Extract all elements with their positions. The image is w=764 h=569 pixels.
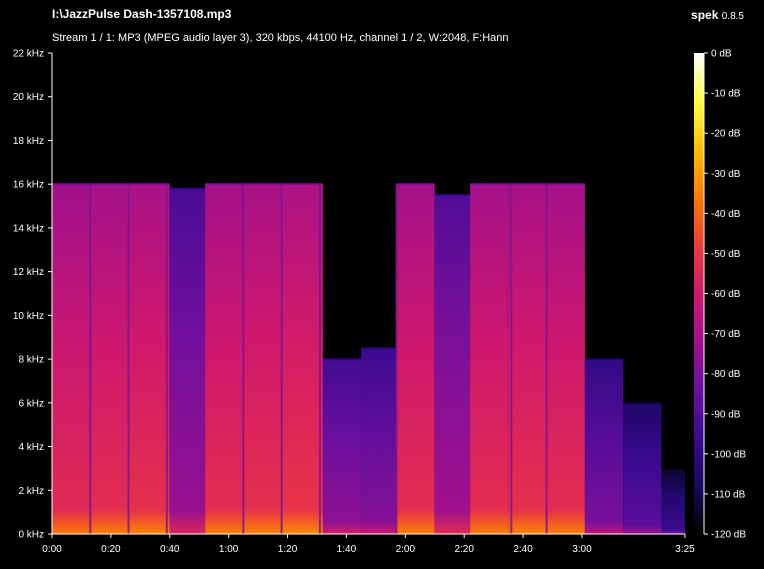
spectrum-segment	[434, 195, 471, 535]
spectrum-segment	[661, 468, 685, 534]
cutoff-edge	[52, 183, 91, 186]
spectrum-segment	[623, 402, 662, 534]
spectrum-segment	[90, 184, 129, 534]
spectrum-segment	[322, 359, 362, 534]
spectrum-segment	[205, 184, 244, 534]
cutoff-edge	[205, 183, 244, 186]
y-tick-label: 4 kHz	[18, 442, 44, 453]
spectrum-segment	[361, 348, 397, 534]
cutoff-edge	[169, 187, 206, 190]
transient-line	[510, 184, 513, 535]
colorbar-tick-label: -10 dB	[711, 89, 741, 100]
cutoff-edge	[243, 183, 282, 186]
spectrum-segment	[470, 184, 509, 534]
spectrum-segment	[243, 184, 282, 534]
transient-line	[127, 184, 130, 535]
cutoff-edge	[623, 401, 662, 404]
colorbar-tick-label: 0 dB	[711, 49, 732, 60]
spectrum-segment	[128, 184, 170, 534]
colorbar-tick-label: -80 dB	[711, 369, 741, 380]
x-tick-label: 3:25	[675, 544, 695, 555]
cutoff-edge	[470, 183, 509, 186]
cutoff-edge	[361, 347, 397, 350]
colorbar-tick-label: -50 dB	[711, 249, 741, 260]
spectrum-segment	[546, 184, 585, 534]
spectrum-segment	[281, 184, 323, 534]
y-tick-label: 0 kHz	[18, 530, 44, 541]
colorbar-tick-label: -60 dB	[711, 289, 741, 300]
cutoff-edge	[281, 183, 323, 186]
spectrum-segment	[396, 184, 435, 534]
spectrum-segment	[584, 359, 624, 534]
y-tick-label: 2 kHz	[18, 486, 44, 497]
x-tick-label: 3:00	[572, 544, 592, 555]
y-tick-label: 6 kHz	[18, 398, 44, 409]
colorbar-tick-label: -40 dB	[711, 209, 741, 220]
x-tick-label: 1:20	[278, 544, 298, 555]
x-tick-label: 1:40	[337, 544, 357, 555]
transient-line	[280, 184, 283, 535]
transient-line	[545, 184, 548, 535]
spectrum-segment	[508, 184, 547, 534]
colorbar-tick-label: -20 dB	[711, 129, 741, 140]
cutoff-edge	[434, 194, 471, 197]
spectrum-segment	[52, 184, 91, 534]
colorbar-tick-label: -120 dB	[711, 530, 746, 541]
colorbar-tick-label: -90 dB	[711, 409, 741, 420]
colorbar-tick-label: -70 dB	[711, 329, 741, 340]
y-tick-label: 22 kHz	[13, 49, 44, 60]
spectrum-segment	[169, 188, 206, 535]
cutoff-edge	[128, 183, 170, 186]
cutoff-edge	[90, 183, 129, 186]
colorbar-tick-label: -100 dB	[711, 449, 746, 460]
y-tick-label: 20 kHz	[13, 92, 44, 103]
transient-line	[318, 184, 321, 535]
x-tick-label: 1:00	[219, 544, 239, 555]
y-tick-label: 8 kHz	[18, 355, 44, 366]
x-tick-label: 2:40	[513, 544, 533, 555]
colorbar-tick-label: -110 dB	[711, 489, 746, 500]
cutoff-edge	[584, 358, 624, 361]
x-tick-label: 2:20	[454, 544, 474, 555]
colorbar	[694, 53, 704, 534]
y-tick-label: 16 kHz	[13, 180, 44, 191]
y-tick-label: 14 kHz	[13, 223, 44, 234]
transient-line	[395, 184, 398, 535]
transient-line	[242, 184, 245, 535]
colorbar-tick-label: -30 dB	[711, 169, 741, 180]
cutoff-edge	[322, 358, 362, 361]
x-tick-label: 2:00	[396, 544, 416, 555]
transient-line	[165, 184, 168, 535]
spectrogram-chart: 0 kHz 2 kHz 4 kHz 6 kHz 8 kHz 10 kHz 12 kHz 14 …	[13, 49, 746, 556]
cutoff-edge	[508, 183, 547, 186]
cutoff-edge	[396, 183, 435, 186]
cutoff-edge	[661, 467, 685, 470]
y-tick-label: 12 kHz	[13, 267, 44, 278]
x-tick-label: 0:00	[42, 544, 62, 555]
cutoff-edge	[546, 183, 585, 186]
y-tick-label: 18 kHz	[13, 136, 44, 147]
x-tick-label: 0:40	[160, 544, 180, 555]
x-tick-label: 0:20	[101, 544, 121, 555]
transient-line	[89, 184, 92, 535]
y-tick-label: 10 kHz	[13, 311, 44, 322]
